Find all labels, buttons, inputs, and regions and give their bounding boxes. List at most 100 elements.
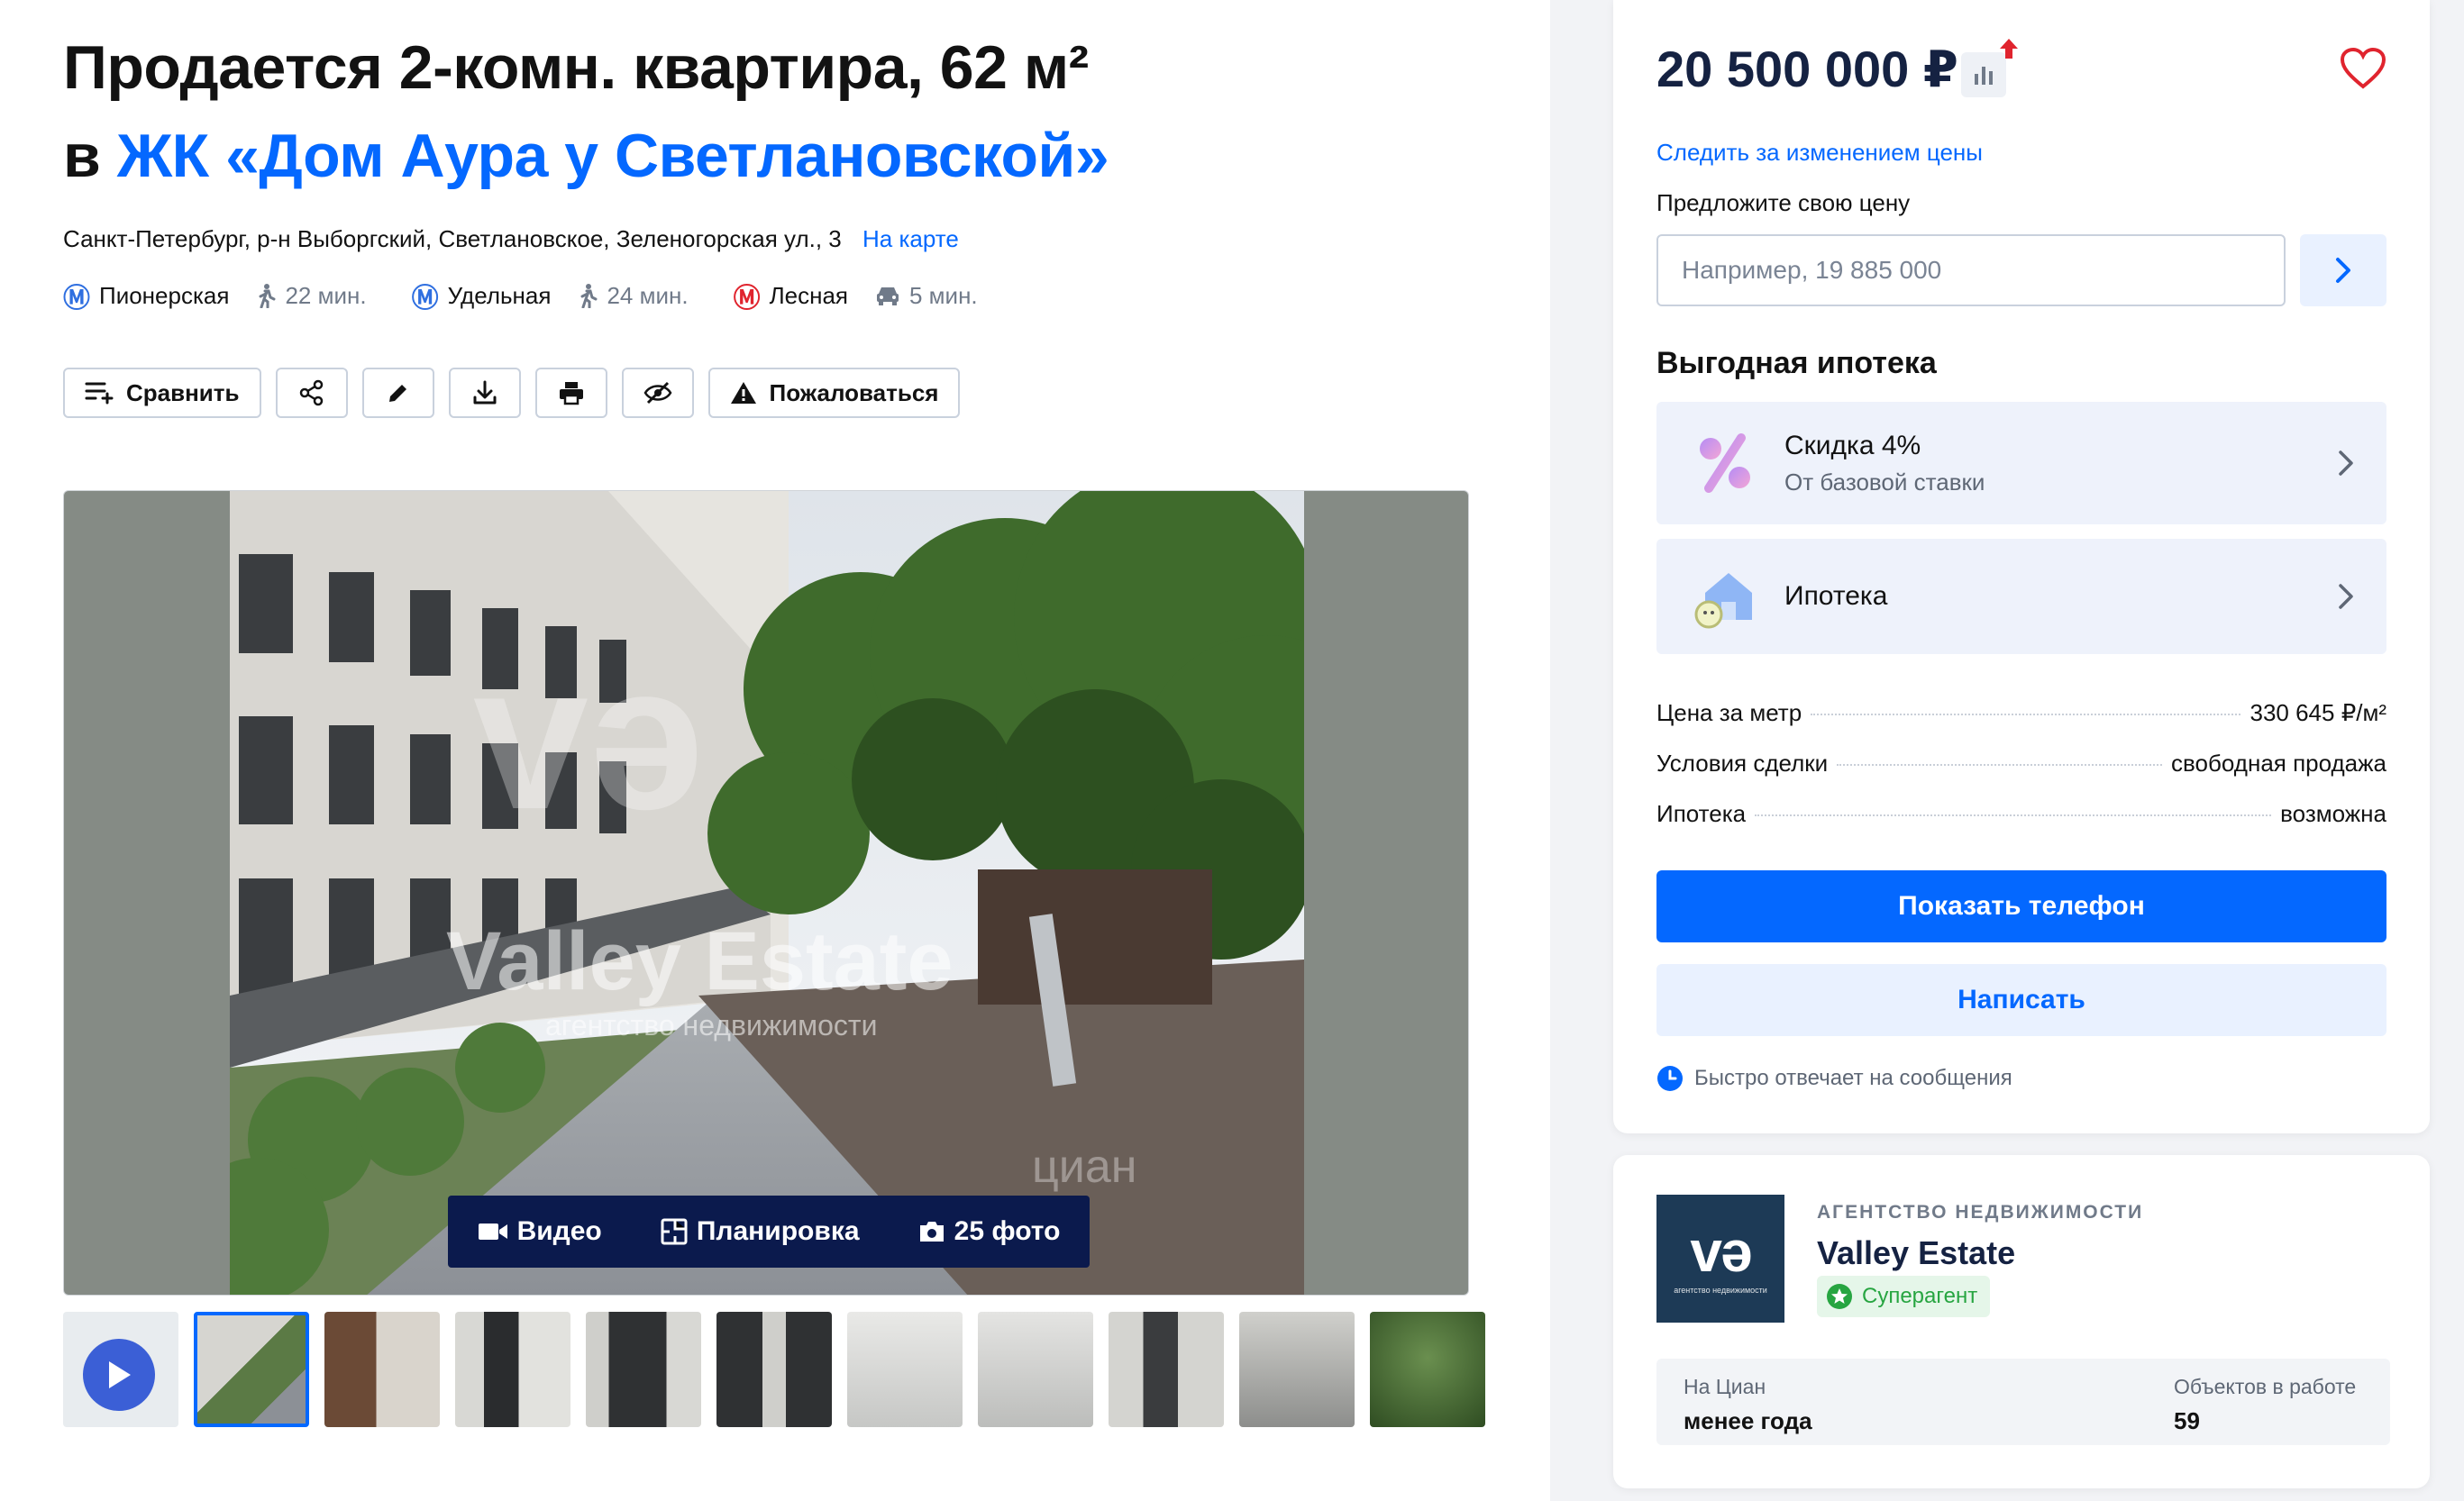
stat-objects-value: 59 bbox=[2174, 1407, 2200, 1434]
follow-price-link[interactable]: Следить за изменением цены bbox=[1656, 139, 1983, 167]
complain-button[interactable]: Пожаловаться bbox=[707, 368, 961, 418]
watermark-cian: циан bbox=[1032, 1141, 1137, 1193]
watermark-brand: Valley Estate bbox=[446, 915, 954, 1007]
thumbnail-photo[interactable] bbox=[716, 1312, 832, 1427]
superagent-label: Суперагент bbox=[1862, 1284, 1978, 1308]
floor-plan-icon bbox=[661, 1218, 688, 1245]
thumbnail-photo[interactable] bbox=[1109, 1312, 1224, 1427]
download-icon bbox=[473, 380, 497, 405]
photos-label: 25 фото bbox=[954, 1216, 1061, 1246]
price-card: 20 500 000 ₽ Следить за изменением цены … bbox=[1613, 0, 2430, 1133]
fact-row: Условия сделки свободная продажа bbox=[1656, 750, 2386, 800]
agent-stats: На Циан менее года Объектов в работе 59 bbox=[1656, 1359, 2390, 1445]
fact-row: Ипотека возможна bbox=[1656, 800, 2386, 851]
mortgage-item[interactable]: Ипотека bbox=[1656, 539, 2386, 654]
metro-name: Пионерская bbox=[99, 281, 230, 309]
fact-label: Ипотека bbox=[1656, 800, 1747, 827]
watermark-sub: агентство недвижимости bbox=[545, 1009, 878, 1042]
hide-button[interactable] bbox=[621, 368, 694, 418]
metro-station[interactable]: Ⓜ Лесная bbox=[734, 276, 848, 315]
stat-objects-label: Объектов в работе bbox=[2174, 1375, 2357, 1398]
hide-icon bbox=[643, 381, 671, 405]
photo-gallery[interactable]: vә Valley Estate агентство недвижимости … bbox=[63, 490, 1469, 1296]
chevron-right-icon bbox=[2336, 258, 2350, 283]
thumbnail-photo-active[interactable] bbox=[194, 1312, 309, 1427]
compare-icon bbox=[85, 382, 114, 405]
thumbnail-photo[interactable] bbox=[455, 1312, 570, 1427]
agent-kind: АГЕНТСТВО НЕДВИЖИМОСТИ bbox=[1817, 1202, 2144, 1223]
metro-time: 22 мин. bbox=[256, 282, 367, 310]
fact-row: Цена за метр 330 645 ₽/м² bbox=[1656, 699, 2386, 750]
agent-card: vә агентство недвижимости АГЕНТСТВО НЕДВ… bbox=[1613, 1155, 2430, 1488]
house-coin-icon bbox=[1694, 573, 1752, 629]
fast-reply-note: Быстро отвечает на сообщения bbox=[1656, 1065, 2012, 1092]
map-link[interactable]: На карте bbox=[862, 225, 959, 252]
write-message-button[interactable]: Написать bbox=[1656, 964, 2386, 1036]
fact-value: 330 645 ₽/м² bbox=[2250, 699, 2386, 726]
thumbnail-video[interactable] bbox=[63, 1312, 178, 1427]
agent-logo-mark: vә bbox=[1690, 1219, 1752, 1284]
compare-label: Сравнить bbox=[126, 378, 240, 406]
metro-name: Удельная bbox=[447, 281, 552, 309]
thumbnail-photo[interactable] bbox=[847, 1312, 963, 1427]
plan-button[interactable]: Планировка bbox=[661, 1216, 860, 1247]
main-photo[interactable]: vә Valley Estate агентство недвижимости … bbox=[230, 491, 1304, 1295]
chevron-right-icon bbox=[2339, 450, 2353, 476]
thumbnail-photo[interactable] bbox=[324, 1312, 440, 1427]
metro-station[interactable]: Ⓜ Удельная bbox=[412, 276, 552, 315]
fast-reply-text: Быстро отвечает на сообщения bbox=[1694, 1066, 2012, 1090]
edit-button[interactable] bbox=[361, 368, 434, 418]
metro-station[interactable]: Ⓜ Пионерская bbox=[63, 276, 229, 315]
walk-icon bbox=[580, 284, 598, 308]
show-phone-button[interactable]: Показать телефон bbox=[1656, 870, 2386, 942]
metro-time-text: 5 мин. bbox=[908, 281, 978, 309]
offer-price-input[interactable]: Например, 19 885 000 bbox=[1656, 234, 2286, 306]
thumbnail-photo[interactable] bbox=[1370, 1312, 1485, 1427]
metro-time: 24 мин. bbox=[578, 282, 689, 310]
action-toolbar: Сравнить Пожаловаться bbox=[63, 368, 961, 418]
offer-submit-button[interactable] bbox=[2300, 234, 2386, 306]
download-button[interactable] bbox=[448, 368, 521, 418]
watermark-logo: vә bbox=[473, 621, 704, 852]
thumbnail-photo[interactable] bbox=[1239, 1312, 1355, 1427]
metro-time: 5 мин. bbox=[875, 282, 978, 310]
thumbnail-photo[interactable] bbox=[978, 1312, 1093, 1427]
fact-value: свободная продажа bbox=[2171, 750, 2386, 777]
mortgage-title-item: Ипотека bbox=[1784, 581, 1888, 611]
thumbnail-strip bbox=[63, 1312, 1485, 1427]
superagent-badge: Суперагент bbox=[1817, 1276, 1991, 1317]
photos-button[interactable]: 25 фото bbox=[918, 1216, 1061, 1247]
plan-label: Планировка bbox=[696, 1216, 860, 1246]
play-icon bbox=[83, 1339, 155, 1411]
video-button[interactable]: Видео bbox=[478, 1216, 602, 1247]
share-icon bbox=[299, 379, 323, 406]
agent-logo[interactable]: vә агентство недвижимости bbox=[1656, 1195, 1784, 1323]
price: 20 500 000 ₽ bbox=[1656, 41, 1958, 97]
camera-icon bbox=[919, 1222, 944, 1242]
mortgage-discount-title: Скидка 4% bbox=[1784, 430, 1921, 460]
favorite-heart-icon[interactable] bbox=[2340, 47, 2386, 90]
fact-value: возможна bbox=[2280, 800, 2386, 827]
video-label: Видео bbox=[516, 1216, 602, 1246]
thumbnail-photo[interactable] bbox=[586, 1312, 701, 1427]
agent-logo-sub: агентство недвижимости bbox=[1674, 1286, 1767, 1295]
compare-button[interactable]: Сравнить bbox=[63, 368, 261, 418]
address-text: Санкт-Петербург, р-н Выборгский, Светлан… bbox=[63, 225, 842, 252]
star-badge-icon bbox=[1827, 1284, 1852, 1309]
car-icon bbox=[876, 287, 899, 305]
metro-icon: Ⓜ bbox=[411, 283, 439, 314]
complex-link[interactable]: ЖК «Дом Аура у Светлановской» bbox=[117, 122, 1109, 190]
title-line1: Продается 2-комн. квартира, 62 м² bbox=[63, 33, 1089, 102]
metro-icon: Ⓜ bbox=[733, 283, 761, 314]
chevron-right-icon bbox=[2339, 584, 2353, 609]
metro-name: Лесная bbox=[769, 281, 848, 309]
agent-name[interactable]: Valley Estate bbox=[1817, 1234, 2015, 1272]
metro-icon: Ⓜ bbox=[63, 283, 90, 314]
mortgage-discount-item[interactable]: Скидка 4% От базовой ставки bbox=[1656, 402, 2386, 524]
stat-on-cian-label: На Циан bbox=[1684, 1375, 1766, 1398]
share-button[interactable] bbox=[275, 368, 348, 418]
title-prefix: в bbox=[63, 122, 101, 190]
print-button[interactable] bbox=[534, 368, 607, 418]
mortgage-title: Выгодная ипотека bbox=[1656, 346, 1937, 380]
fact-label: Цена за метр bbox=[1656, 699, 1802, 726]
